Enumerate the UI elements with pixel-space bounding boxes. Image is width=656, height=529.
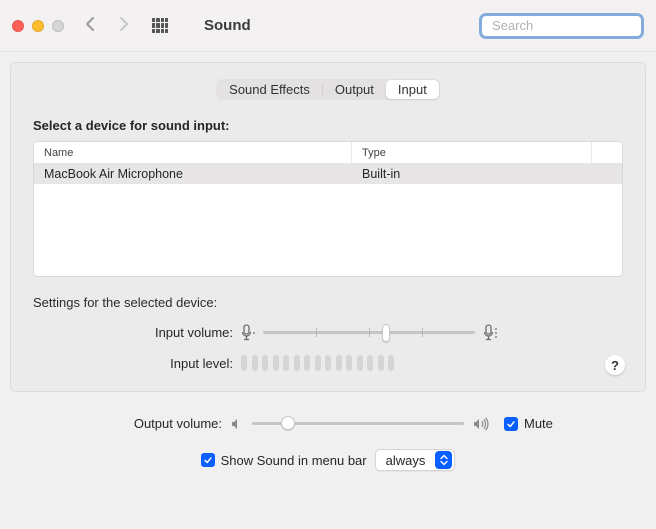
input-device-heading: Select a device for sound input: [33, 118, 623, 133]
menu-bar-checkbox-container[interactable]: Show Sound in menu bar [201, 453, 367, 468]
speaker-high-icon [472, 417, 492, 431]
show-all-prefs-button[interactable] [152, 18, 168, 34]
device-name-cell: MacBook Air Microphone [34, 167, 352, 181]
mute-checkbox-container[interactable]: Mute [504, 416, 553, 431]
microphone-low-icon [241, 324, 255, 341]
input-device-table: Name Type MacBook Air Microphone Built-i… [33, 141, 623, 277]
output-volume-label: Output volume: [22, 416, 230, 431]
speaker-low-icon [230, 417, 244, 431]
tab-input[interactable]: Input [386, 80, 439, 99]
zoom-window-button [52, 20, 64, 32]
input-level-label: Input level: [33, 356, 241, 371]
mute-checkbox[interactable] [504, 417, 518, 431]
forward-button[interactable] [118, 16, 130, 35]
help-button[interactable]: ? [605, 355, 625, 375]
back-button[interactable] [84, 16, 96, 35]
window-title: Sound [204, 17, 251, 34]
window-toolbar: Sound [0, 0, 656, 52]
menu-bar-mode-select[interactable]: always [375, 449, 456, 471]
sound-prefs-panel: Sound Effects Output Input Select a devi… [10, 62, 646, 392]
footer-controls: Output volume: Mute Show Sound in menu b… [0, 416, 656, 471]
col-header-type[interactable]: Type [352, 142, 592, 163]
traffic-lights [12, 20, 64, 32]
minimize-window-button[interactable] [32, 20, 44, 32]
microphone-high-icon [483, 324, 497, 341]
input-level-meter [241, 355, 394, 371]
tab-output[interactable]: Output [323, 80, 386, 99]
selected-device-settings-heading: Settings for the selected device: [33, 295, 623, 310]
search-input[interactable] [492, 18, 656, 33]
select-stepper-icon [435, 451, 452, 469]
menu-bar-checkbox[interactable] [201, 453, 215, 467]
input-volume-slider[interactable] [263, 331, 475, 334]
menu-bar-mode-value: always [376, 453, 436, 468]
device-type-cell: Built-in [352, 167, 622, 181]
input-volume-label: Input volume: [33, 325, 241, 340]
table-row[interactable]: MacBook Air Microphone Built-in [34, 164, 622, 184]
search-field-container[interactable] [479, 13, 644, 39]
col-header-name[interactable]: Name [34, 142, 352, 163]
tab-sound-effects[interactable]: Sound Effects [217, 80, 322, 99]
menu-bar-label: Show Sound in menu bar [221, 453, 367, 468]
sound-tabs: Sound Effects Output Input [216, 79, 440, 100]
input-volume-slider-container [241, 324, 497, 341]
nav-controls [84, 16, 168, 35]
mute-label: Mute [524, 416, 553, 431]
output-volume-slider[interactable] [252, 422, 464, 425]
close-window-button[interactable] [12, 20, 24, 32]
